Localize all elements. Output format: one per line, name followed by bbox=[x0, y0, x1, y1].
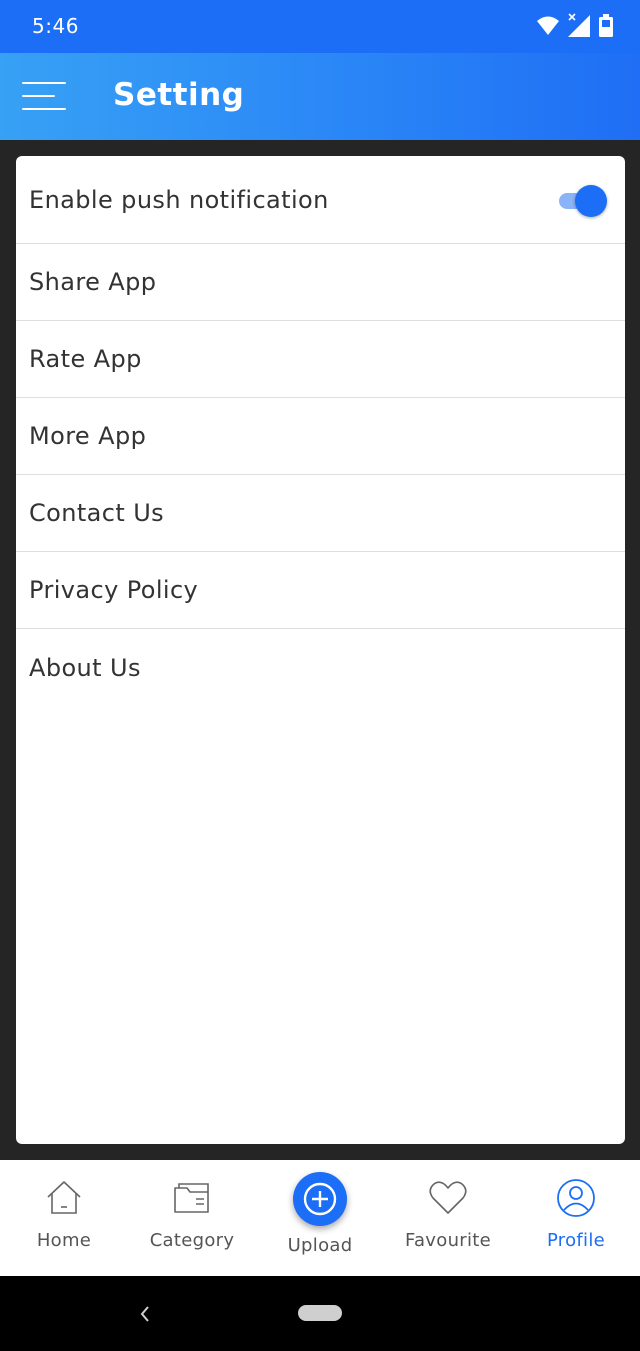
profile-icon bbox=[557, 1179, 595, 1217]
settings-item-rate-app[interactable]: Rate App bbox=[16, 321, 625, 398]
settings-item-share-app[interactable]: Share App bbox=[16, 244, 625, 321]
nav-label-favourite: Favourite bbox=[404, 1230, 492, 1251]
settings-item-label: About Us bbox=[29, 653, 141, 682]
nav-item-category[interactable]: Category bbox=[128, 1160, 256, 1276]
settings-item-label: More App bbox=[29, 422, 147, 450]
settings-item-about-us[interactable]: About Us bbox=[16, 629, 625, 706]
home-icon bbox=[47, 1181, 81, 1214]
folder-icon bbox=[174, 1183, 209, 1213]
signal-icon bbox=[568, 13, 590, 37]
settings-item-label: Share App bbox=[29, 268, 157, 296]
settings-item-label: Privacy Policy bbox=[29, 576, 199, 604]
back-icon[interactable] bbox=[134, 1300, 154, 1328]
upload-button[interactable] bbox=[293, 1172, 347, 1226]
settings-item-contact-us[interactable]: Contact Us bbox=[16, 475, 625, 552]
settings-item-more-app[interactable]: More App bbox=[16, 398, 625, 475]
push-notification-toggle[interactable] bbox=[557, 185, 607, 217]
nav-item-profile[interactable]: Profile bbox=[512, 1160, 640, 1276]
app-bar: Setting bbox=[0, 53, 640, 140]
nav-label-home: Home bbox=[36, 1230, 92, 1251]
battery-icon bbox=[599, 14, 613, 37]
nav-label-category: Category bbox=[149, 1230, 235, 1251]
settings-item-label: Contact Us bbox=[29, 499, 165, 527]
settings-item-privacy-policy[interactable]: Privacy Policy bbox=[16, 552, 625, 629]
hamburger-menu-icon[interactable] bbox=[22, 82, 66, 112]
nav-item-upload[interactable]: Upload bbox=[256, 1160, 384, 1276]
nav-item-favourite[interactable]: Favourite bbox=[384, 1160, 512, 1276]
page-title: Setting bbox=[113, 77, 245, 113]
status-icons bbox=[536, 12, 614, 40]
push-notification-label: Enable push notification bbox=[29, 185, 329, 214]
bottom-nav: Home Category Upload Favourite Profile bbox=[0, 1160, 640, 1276]
toggle-thumb bbox=[575, 185, 607, 217]
heart-icon bbox=[429, 1181, 467, 1214]
nav-item-home[interactable]: Home bbox=[0, 1160, 128, 1276]
plus-circle-icon bbox=[303, 1182, 337, 1216]
settings-item-label: Rate App bbox=[29, 345, 142, 373]
wifi-icon bbox=[537, 16, 559, 35]
status-time: 5:46 bbox=[32, 14, 79, 38]
status-bar: 5:46 bbox=[0, 0, 640, 53]
push-notification-row: Enable push notification bbox=[16, 156, 625, 244]
nav-label-upload: Upload bbox=[287, 1235, 353, 1256]
home-pill[interactable] bbox=[298, 1305, 342, 1321]
settings-card: Enable push notification Share App Rate … bbox=[16, 156, 625, 1144]
nav-label-profile: Profile bbox=[546, 1230, 606, 1251]
